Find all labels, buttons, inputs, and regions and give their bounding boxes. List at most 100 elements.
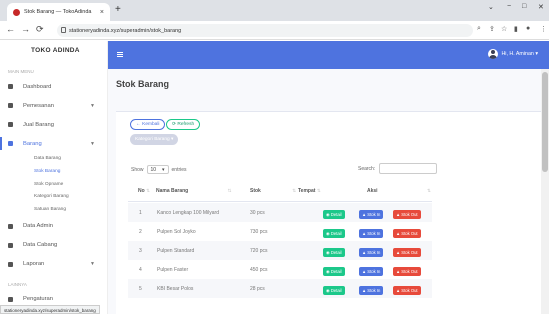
- sidebar-item-jual-barang[interactable]: Jual Barang: [0, 115, 107, 134]
- main-content: Stok Barang ← Kembali ⟳ Refresh Kategori…: [108, 69, 543, 314]
- sidepanel-icon[interactable]: ▮: [514, 25, 518, 33]
- user-icon: [8, 223, 13, 229]
- stok-out-button[interactable]: ▲ Stok Out: [393, 267, 421, 276]
- user-menu[interactable]: Hi, H. Aminan ▾: [488, 49, 538, 59]
- stok-in-button[interactable]: ▲ Stok In: [359, 248, 384, 257]
- page-scrollbar[interactable]: [541, 69, 549, 314]
- cell-nama-barang: Pulpen Sol Joyko: [157, 229, 196, 235]
- sidebar-item-label: Pemesanan: [23, 102, 54, 109]
- cell-nama-barang: KBI Besar Polos: [157, 286, 194, 292]
- profile-icon[interactable]: ●: [526, 25, 530, 32]
- detail-button[interactable]: ◉ Detail: [323, 286, 345, 295]
- address-bar[interactable]: stationeryadinda.xyz/superadmin/stok_bar…: [57, 24, 473, 37]
- table-row: 5 KBI Besar Polos 28 pcs ◉ Detail ▲ Stok In ▲…: [128, 279, 432, 298]
- stok-in-button[interactable]: ▲ Stok In: [359, 286, 384, 295]
- sidebar-item-barang[interactable]: Barang ▼: [0, 134, 107, 153]
- cell-nama-barang: Pulpen Standard: [157, 248, 195, 254]
- table-row: 2 Pulpen Sol Joyko 730 pcs ◉ Detail ▲ Stok I…: [128, 222, 432, 241]
- cell-no: 5: [139, 286, 142, 292]
- entries-length-control: Show 10 ▾ entries: [131, 165, 187, 174]
- zoom-icon[interactable]: ⌕: [477, 25, 481, 33]
- detail-button[interactable]: ◉ Detail: [323, 210, 345, 219]
- search-control: Search:: [358, 163, 438, 174]
- sidebar-item-label: Laporan: [23, 261, 45, 268]
- stock-card: ← Kembali ⟳ Refresh Kategori Barang ▾ Sh…: [116, 111, 543, 314]
- entries-label: entries: [171, 166, 187, 173]
- submenu-stok-barang[interactable]: Stok Barang: [0, 166, 107, 179]
- sidebar-item-label: Data Cabang: [23, 242, 58, 249]
- stok-in-button[interactable]: ▲ Stok In: [359, 229, 384, 238]
- back-icon[interactable]: ←: [6, 24, 15, 34]
- stok-out-button[interactable]: ▲ Stok Out: [393, 286, 421, 295]
- category-dropdown[interactable]: Kategori Barang ▾: [130, 134, 179, 145]
- tab-search-icon[interactable]: ⌄: [488, 3, 494, 11]
- submenu-kategori-barang[interactable]: Kategori Barang: [0, 191, 107, 204]
- forward-icon[interactable]: →: [21, 24, 30, 34]
- scrollbar-thumb[interactable]: [542, 72, 548, 172]
- store-icon: [8, 242, 13, 248]
- share-icon[interactable]: ⇪: [489, 25, 495, 33]
- back-button[interactable]: ← Kembali: [130, 119, 166, 130]
- header-aksi[interactable]: Aksi ⇅: [367, 188, 431, 194]
- entries-select[interactable]: 10 ▾: [146, 165, 169, 174]
- sidebar-item-data-cabang[interactable]: Data Cabang: [0, 236, 107, 255]
- header-stok[interactable]: Stok ⇅: [250, 188, 296, 194]
- sidebar-item-dashboard[interactable]: Dashboard: [0, 77, 107, 96]
- sidebar-item-label: Pengaturan: [23, 296, 53, 303]
- entries-value: 10: [150, 166, 157, 173]
- cell-no: 3: [139, 248, 142, 254]
- submenu-satuan-barang[interactable]: Satuan Barang: [0, 204, 107, 217]
- search-input[interactable]: [379, 163, 438, 174]
- sidebar-item-pemesanan[interactable]: Pemesanan ▼: [0, 96, 107, 115]
- header-no[interactable]: No ⇅: [138, 188, 150, 194]
- reload-icon[interactable]: ⟳: [36, 24, 44, 35]
- section-lainnya: LAINNYA: [8, 281, 27, 287]
- hamburger-icon[interactable]: [117, 52, 123, 57]
- detail-button[interactable]: ◉ Detail: [323, 248, 345, 257]
- stok-in-button[interactable]: ▲ Stok In: [359, 267, 384, 276]
- chevron-down-icon: ▼: [90, 102, 95, 109]
- box-icon: [8, 141, 13, 146]
- new-tab-button[interactable]: +: [115, 4, 121, 15]
- tab-close-icon[interactable]: ×: [100, 9, 104, 16]
- show-label: Show: [131, 166, 144, 173]
- report-icon: [8, 261, 13, 267]
- search-label: Search:: [358, 165, 376, 172]
- caret-down-icon: ▾: [533, 51, 538, 57]
- sidebar: TOKO ADINDA MAIN MENU Dashboard Pemesana…: [0, 41, 108, 314]
- gear-icon: [8, 296, 13, 302]
- minimize-icon[interactable]: −: [507, 3, 511, 10]
- cell-stok: 450 pcs: [250, 267, 268, 273]
- detail-button[interactable]: ◉ Detail: [323, 267, 345, 276]
- sidebar-item-data-admin[interactable]: Data Admin: [0, 217, 107, 236]
- cell-no: 1: [139, 210, 142, 216]
- bookmark-star-icon[interactable]: ☆: [501, 25, 507, 33]
- detail-button[interactable]: ◉ Detail: [323, 229, 345, 238]
- sidebar-item-label: Dashboard: [23, 83, 52, 90]
- header-tempat[interactable]: Tempat ⇅: [298, 188, 321, 194]
- browser-tab[interactable]: Stok Barang — TokoAdinda ×: [7, 3, 110, 21]
- sidebar-item-laporan[interactable]: Laporan ▼: [0, 255, 107, 274]
- stok-out-button[interactable]: ▲ Stok Out: [393, 248, 421, 257]
- window-close-icon[interactable]: ✕: [538, 3, 544, 11]
- cell-stok: 28 pcs: [250, 286, 265, 292]
- tab-title: Stok Barang — TokoAdinda: [24, 9, 92, 15]
- page-title: Stok Barang: [116, 79, 170, 89]
- refresh-button[interactable]: ⟳ Refresh: [166, 119, 201, 130]
- header-nama-barang[interactable]: Nama Barang ⇅: [156, 188, 231, 194]
- submenu-data-barang[interactable]: Data Barang: [0, 153, 107, 166]
- avatar: [488, 49, 499, 59]
- maximize-icon[interactable]: □: [522, 3, 526, 10]
- cell-stok: 720 pcs: [250, 248, 268, 254]
- table-row: 3 Pulpen Standard 720 pcs ◉ Detail ▲ Stok In…: [128, 241, 432, 260]
- chevron-down-icon: ▼: [90, 261, 95, 268]
- stok-out-button[interactable]: ▲ Stok Out: [393, 210, 421, 219]
- stok-out-button[interactable]: ▲ Stok Out: [393, 229, 421, 238]
- submenu-stok-opname[interactable]: Stok Opname: [0, 179, 107, 192]
- sidebar-item-label: Barang: [23, 140, 42, 147]
- table-row: 4 Pulpen Faster 450 pcs ◉ Detail ▲ Stok In ▲ …: [128, 260, 432, 279]
- chrome-menu-icon[interactable]: ⋮: [540, 25, 547, 33]
- url-text: stationeryadinda.xyz/superadmin/stok_bar…: [69, 27, 182, 34]
- cell-nama-barang: Pulpen Faster: [157, 267, 189, 273]
- stok-in-button[interactable]: ▲ Stok In: [359, 210, 384, 219]
